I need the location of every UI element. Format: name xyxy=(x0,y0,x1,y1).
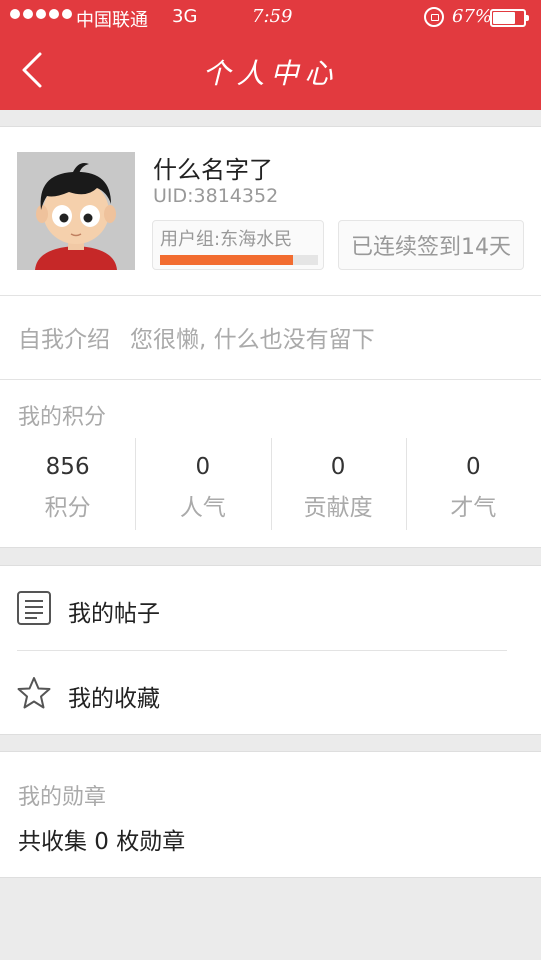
user-group-box: 用户组:东海水民 xyxy=(152,220,324,270)
status-bar: 中国联通 3G 7:59 67% xyxy=(0,0,541,40)
stat-value: 0 xyxy=(195,454,211,480)
stat-popularity: 0 人气 xyxy=(135,438,270,530)
stat-label: 才气 xyxy=(450,495,497,521)
stat-label: 积分 xyxy=(44,495,91,521)
level-progress-bar xyxy=(160,255,318,265)
user-group-label: 用户组:东海水民 xyxy=(160,229,293,250)
menu-item-my-posts[interactable]: 我的帖子 xyxy=(0,566,541,651)
menu-item-my-favorites[interactable]: 我的收藏 xyxy=(0,651,541,735)
menu-item-label: 我的帖子 xyxy=(68,601,160,627)
profile-card: 什么名字了 UID:3814352 用户组:东海水民 已连续签到14天 自我介绍… xyxy=(0,126,541,548)
menu-list: 我的帖子 我的收藏 xyxy=(0,565,541,735)
self-intro: 自我介绍 您很懒, 什么也没有留下 xyxy=(18,320,375,354)
signal-strength-icon xyxy=(10,9,72,19)
stat-label: 人气 xyxy=(179,495,226,521)
divider xyxy=(0,379,541,380)
network-type: 3G xyxy=(172,6,198,27)
carrier-name: 中国联通 xyxy=(76,10,148,31)
points-stats: 856 积分 0 人气 0 贡献度 0 才气 xyxy=(0,438,541,530)
document-icon xyxy=(17,591,51,625)
points-section-title: 我的积分 xyxy=(18,405,107,430)
page-title: 个人中心 xyxy=(202,57,339,90)
stat-talent: 0 才气 xyxy=(405,438,541,530)
stat-label: 贡献度 xyxy=(303,495,373,521)
self-intro-label: 自我介绍 xyxy=(18,327,110,353)
level-progress-fill xyxy=(160,255,293,265)
status-time: 7:59 xyxy=(252,6,293,27)
menu-item-label: 我的收藏 xyxy=(68,686,160,712)
signin-streak-badge[interactable]: 已连续签到14天 xyxy=(338,220,524,270)
star-icon xyxy=(17,677,51,709)
battery-icon xyxy=(490,9,529,27)
app-header: 中国联通 3G 7:59 67% 个人中心 xyxy=(0,0,541,110)
user-id: UID:3814352 xyxy=(153,185,279,207)
medals-summary: 共收集 0 枚勋章 xyxy=(18,829,186,855)
avatar-image xyxy=(17,152,135,270)
stat-value: 0 xyxy=(330,454,346,480)
stat-contribution: 0 贡献度 xyxy=(270,438,406,530)
self-intro-text: 您很懒, 什么也没有留下 xyxy=(130,327,375,353)
divider xyxy=(0,295,541,296)
avatar[interactable] xyxy=(17,152,135,270)
medals-card[interactable]: 我的勋章 共收集 0 枚勋章 xyxy=(0,751,541,878)
rotation-lock-icon xyxy=(424,7,444,27)
medals-section-title: 我的勋章 xyxy=(18,785,107,810)
stat-value: 856 xyxy=(45,454,90,480)
battery-percentage: 67% xyxy=(452,6,493,27)
stat-value: 0 xyxy=(466,454,481,480)
stat-points: 856 积分 xyxy=(0,438,135,530)
username: 什么名字了 xyxy=(153,156,273,184)
